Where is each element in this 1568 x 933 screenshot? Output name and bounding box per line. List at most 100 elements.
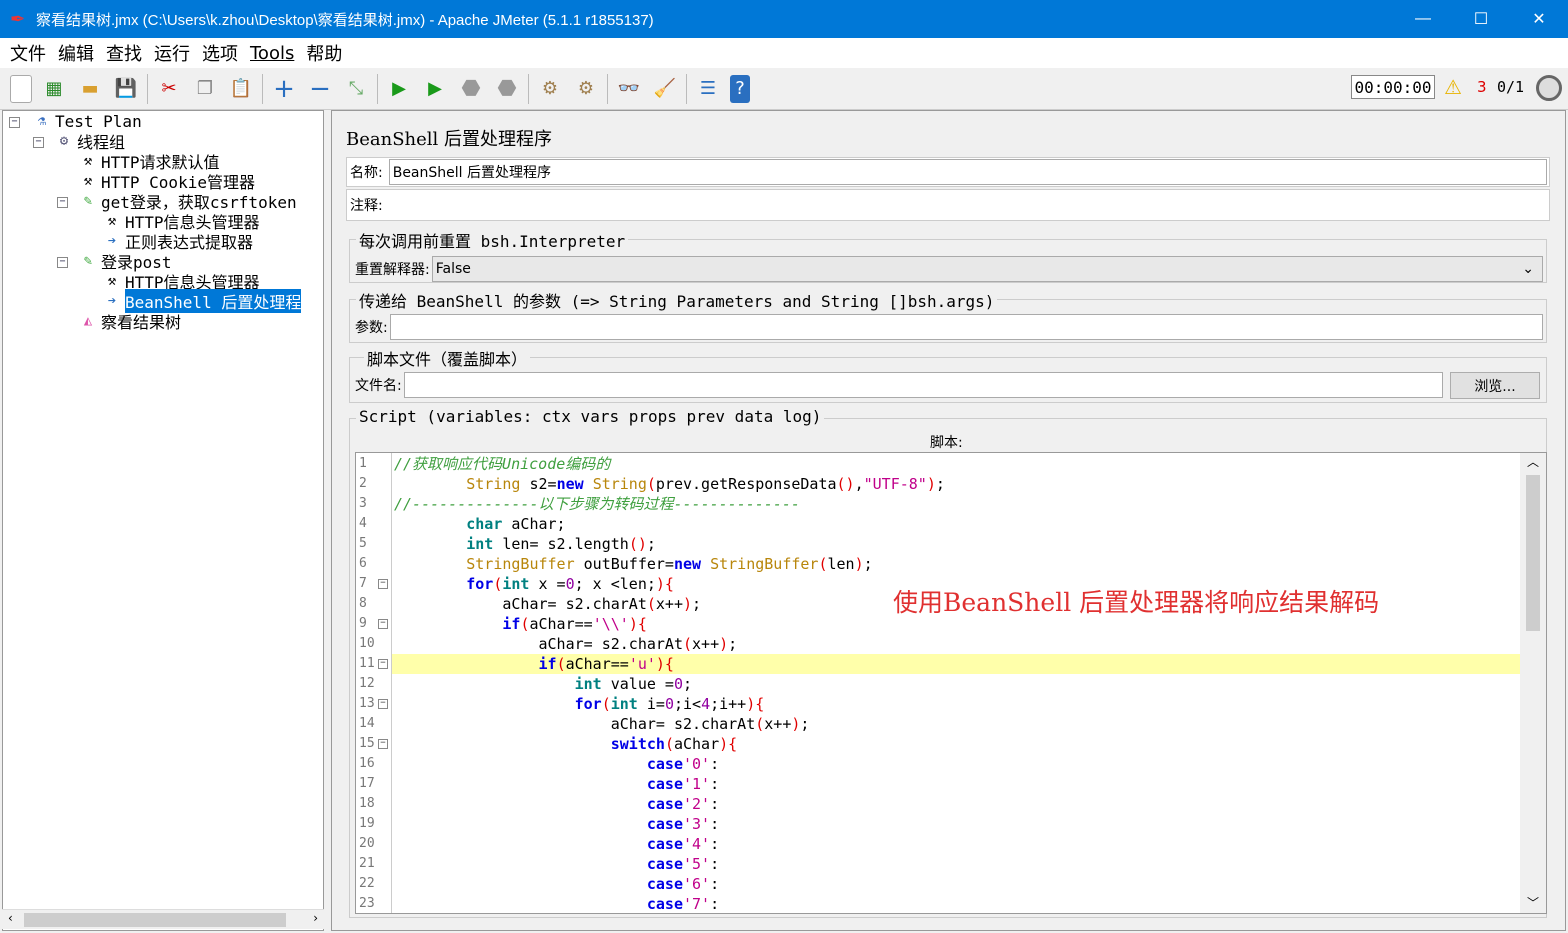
separator	[607, 73, 608, 104]
code-token: :	[710, 795, 720, 813]
menu-search[interactable]: 查找	[104, 40, 144, 66]
code-text: case'7':	[392, 894, 1520, 913]
new-icon[interactable]	[10, 74, 32, 103]
copy-icon[interactable]: ❐	[191, 75, 219, 103]
window-title: 察看结果树.jmx (C:\Users\k.zhou\Desktop\察看结果树…	[36, 11, 654, 29]
fold-toggle-icon[interactable]: −	[378, 619, 388, 629]
tree-node-regex-extractor[interactable]: ➔ 正则表达式提取器	[101, 231, 253, 252]
maximize-button[interactable]: ☐	[1452, 0, 1510, 38]
warning-count: 3	[1477, 78, 1487, 96]
start-no-pauses-icon[interactable]: ▶	[421, 75, 449, 103]
collapse-all-icon[interactable]: −	[306, 74, 334, 104]
help-icon[interactable]: ?	[730, 74, 750, 103]
code-token: aChar= s2.charAt	[394, 595, 647, 613]
fold-toggle-icon[interactable]: −	[378, 659, 388, 669]
menu-tools[interactable]: Tools	[248, 43, 296, 64]
code-line: 16 case'0':	[356, 754, 1520, 774]
templates-icon[interactable]: ▦	[40, 75, 68, 103]
menu-options[interactable]: 选项	[200, 40, 240, 66]
code-token: :	[710, 895, 720, 913]
menu-edit[interactable]: 编辑	[56, 40, 96, 66]
code-token: 0	[664, 695, 674, 713]
separator	[147, 73, 148, 104]
clear-icon[interactable]: ⚙	[536, 75, 564, 103]
tree-node-thread-group[interactable]: ⚙ 线程组	[53, 131, 125, 152]
expand-all-icon[interactable]: +	[270, 74, 298, 104]
tree-horizontal-scrollbar[interactable]: ‹ ›	[2, 909, 324, 929]
parameters-input[interactable]	[389, 314, 1543, 340]
collapse-toggle[interactable]: −	[57, 197, 68, 208]
code-token: case	[646, 875, 683, 893]
code-token: ;i++	[710, 695, 747, 713]
search-binoculars-icon[interactable]: 👓	[615, 75, 643, 103]
group-label: 脚本文件（覆盖脚本）	[364, 346, 531, 370]
fold-toggle-icon[interactable]: −	[378, 579, 388, 589]
code-token: 4	[701, 695, 711, 713]
cut-icon[interactable]: ✂	[155, 75, 183, 103]
open-icon[interactable]: ▬	[76, 75, 104, 103]
collapse-toggle[interactable]: −	[33, 137, 44, 148]
tree-node-test-plan[interactable]: ⚗ Test Plan	[31, 111, 142, 131]
editor-vertical-scrollbar[interactable]: ︿ ﹀	[1520, 453, 1546, 913]
menu-file[interactable]: 文件	[8, 40, 48, 66]
tree-node-header-manager[interactable]: ⚒ HTTP信息头管理器	[101, 271, 260, 292]
name-input[interactable]: BeanShell 后置处理程序	[388, 159, 1547, 185]
clear-all-icon[interactable]: ⚙	[572, 75, 600, 103]
paste-icon[interactable]: 📋	[227, 75, 255, 103]
tree-node-header-manager[interactable]: ⚒ HTTP信息头管理器	[101, 211, 260, 232]
code-token: (	[646, 595, 656, 613]
code-token: for	[466, 575, 494, 593]
code-token: '0'	[683, 755, 711, 773]
tree-node-cookie-manager[interactable]: ⚒ HTTP Cookie管理器	[77, 171, 255, 192]
scroll-up-icon[interactable]: ︿	[1527, 453, 1539, 470]
code-line: 14 aChar= s2.charAt(x++);	[356, 714, 1520, 734]
menu-help[interactable]: 帮助	[304, 40, 344, 66]
code-line: 19 case'3':	[356, 814, 1520, 834]
collapse-toggle[interactable]: −	[9, 117, 20, 128]
browse-button[interactable]: 浏览...	[1450, 372, 1540, 399]
code-token: if	[538, 655, 557, 673]
close-button[interactable]: ✕	[1510, 0, 1568, 38]
tree-node-beanshell-postprocessor[interactable]: ➔ BeanShell 后置处理程	[101, 289, 302, 313]
scroll-thumb[interactable]	[1526, 475, 1540, 631]
tree-node-http-defaults[interactable]: ⚒ HTTP请求默认值	[77, 151, 220, 172]
code-token: '6'	[683, 875, 711, 893]
reset-search-broom-icon[interactable]: 🧹	[651, 75, 679, 103]
save-icon[interactable]: 💾	[112, 75, 140, 103]
toggle-icon[interactable]: ⤡	[342, 75, 370, 103]
collapse-toggle[interactable]: −	[57, 257, 68, 268]
tree-node-view-results-tree[interactable]: ◭ 察看结果树	[77, 311, 181, 332]
script-editor[interactable]: 1//获取响应代码Unicode编码的 2 String s2=new Strin…	[355, 452, 1547, 914]
code-text: case'4':	[392, 834, 1520, 854]
code-line: 23 case'7':	[356, 894, 1520, 913]
function-helper-icon[interactable]: ☰	[694, 75, 722, 103]
fold-toggle-icon[interactable]: −	[378, 699, 388, 709]
menu-run[interactable]: 运行	[152, 40, 192, 66]
jmeter-feather-icon: ✒	[10, 8, 26, 29]
scroll-thumb[interactable]	[24, 913, 286, 927]
tree-node-get-login[interactable]: ✎ get登录，获取csrftoken	[77, 191, 297, 212]
comment-input[interactable]	[383, 190, 1549, 220]
code-token: (	[818, 555, 828, 573]
code-line: 22 case'6':	[356, 874, 1520, 894]
filename-input[interactable]	[403, 372, 1443, 398]
scroll-down-icon[interactable]: ﹀	[1527, 894, 1539, 911]
code-token: switch	[610, 735, 665, 753]
fold-toggle-icon[interactable]: −	[378, 739, 388, 749]
warning-icon[interactable]: ⚠	[1444, 75, 1462, 99]
postprocessor-icon: ➔	[107, 233, 117, 249]
minimize-button[interactable]: —	[1394, 0, 1452, 38]
reset-interpreter-select[interactable]: False ⌄	[431, 256, 1543, 282]
start-icon[interactable]: ▶	[385, 75, 413, 103]
code-token: '2'	[683, 795, 711, 813]
tree-node-login-post[interactable]: ✎ 登录post	[77, 251, 172, 272]
code-text: aChar= s2.charAt(x++);	[392, 634, 1520, 654]
line-number: 18	[359, 796, 375, 811]
line-number: 4	[359, 516, 367, 531]
remote-status-icon	[1536, 75, 1562, 101]
elapsed-timer: 00:00:00	[1351, 75, 1435, 99]
code-token: (	[755, 715, 765, 733]
beanshell-postprocessor-panel: BeanShell 后置处理程序 名称: BeanShell 后置处理程序 注释…	[331, 110, 1566, 931]
